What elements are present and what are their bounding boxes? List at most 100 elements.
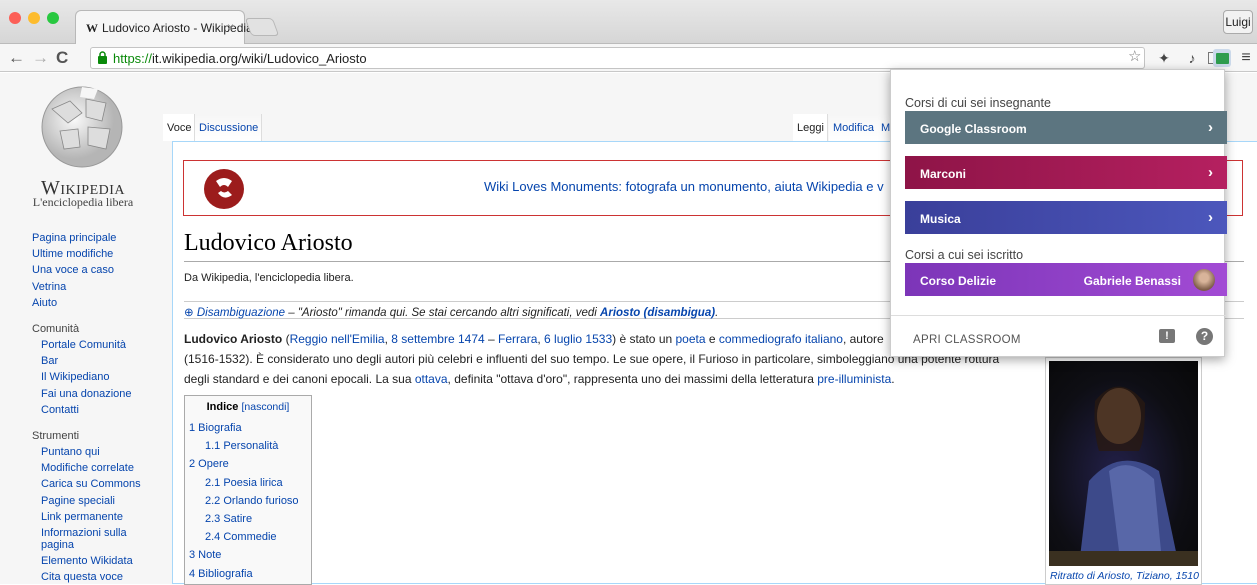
portrait-figure [1049,386,1198,566]
sidebar-link[interactable]: Elemento Wikidata [32,553,162,569]
course-card-marconi[interactable]: Marconi › [905,156,1227,189]
link[interactable]: pre-illuminista [817,372,891,386]
minimize-window-button[interactable] [28,12,40,24]
banner-text[interactable]: Wiki Loves Monuments: fotografa un monum… [484,179,884,194]
toc-title: Indice [206,401,239,413]
sidebar-link[interactable]: Carica su Commons [32,476,162,492]
tab-discussione[interactable]: Discussione [195,114,263,141]
toc-item[interactable]: 4 Bibliografia [189,565,307,583]
sidebar-heading-community: Comunità [32,323,80,336]
menu-icon[interactable]: ≡ [1237,49,1255,67]
wikipedia-logo[interactable] [30,79,140,173]
help-icon[interactable]: ? [1196,328,1213,345]
browser-tab[interactable]: W Ludovico Ariosto - Wikipedia × [75,10,253,44]
address-bar[interactable]: https://it.wikipedia.org/wiki/Ludovico_A… [90,47,1145,69]
chevron-right-icon: › [1208,209,1213,226]
sidebar-link[interactable]: Ultime modifiche [32,246,162,262]
tab-leggi[interactable]: Leggi [793,114,828,141]
link[interactable]: 8 settembre [391,332,454,346]
sidebar-link[interactable]: Vetrina [32,279,162,295]
lead-text: – [484,332,499,346]
course-teacher: Gabriele Benassi [1083,274,1181,288]
course-name: Musica [920,212,961,226]
sidebar-link[interactable]: Puntano qui [32,444,162,460]
sidebar-link[interactable]: Cita questa voce [32,569,162,585]
feedback-icon[interactable]: ! [1159,329,1175,343]
star-icon[interactable]: ☆ [1128,47,1141,65]
toc-item[interactable]: 2.1 Poesia lirica [189,474,307,492]
disambiguation-target-link[interactable]: Ariosto (disambigua) [600,307,715,319]
toc-item[interactable]: 2.2 Orlando furioso [189,492,307,510]
tab-modifica[interactable]: Modifica [829,114,878,141]
new-tab-button[interactable] [244,18,280,36]
close-tab-icon[interactable]: × [227,20,234,34]
link[interactable]: 1474 [458,332,485,346]
lead-text: e [705,332,719,346]
portrait-caption[interactable]: Ritratto di Ariosto, Tiziano, 1510 [1050,570,1199,582]
sidebar-link[interactable]: Contatti [32,402,162,418]
wiki-sidebar: Pagina principale Ultime modifiche Una v… [32,230,162,585]
sidebar-link[interactable]: Pagine speciali [32,493,162,509]
toc-item[interactable]: 1 Biografia [189,419,307,437]
sidebar-link[interactable]: Fai una donazione [32,386,162,402]
forward-icon[interactable]: → [32,48,49,68]
lead-text: , definita "ottava d'oro", rappresenta u… [447,372,818,386]
extension-icon[interactable]: ♪ [1183,49,1201,67]
wiki-loves-monuments-logo [204,169,244,209]
back-icon[interactable]: ← [8,48,25,68]
toc-item[interactable]: 2 Opere [189,455,307,473]
course-card-corso-delizie[interactable]: Corso Delizie Gabriele Benassi [905,263,1227,296]
course-card-google-classroom[interactable]: Google Classroom › [905,111,1227,144]
classroom-icon[interactable] [1213,49,1231,67]
sidebar-link[interactable]: Una voce a caso [32,262,162,278]
close-window-button[interactable] [9,12,21,24]
disambiguation-link[interactable]: Disambiguazione [197,307,285,319]
link[interactable]: Ferrara [498,332,537,346]
sidebar-link[interactable]: Modifiche correlate [32,460,162,476]
sidebar-link[interactable]: Bar [32,353,162,369]
browser-toolbar: ← → C https://it.wikipedia.org/wiki/Ludo… [0,44,1257,72]
toc-item[interactable]: 2.4 Commedie [189,528,307,546]
table-of-contents: Indice [nascondi] 1 Biografia 1.1 Person… [184,395,312,585]
link[interactable]: ottava [415,372,448,386]
tab-more-label: M [881,122,891,134]
profile-button[interactable]: Luigi [1223,10,1253,34]
student-courses-label: Corsi a cui sei iscritto [905,248,1024,262]
sidebar-link[interactable]: Aiuto [32,295,162,311]
browser-titlebar: W Ludovico Ariosto - Wikipedia × Luigi [0,0,1257,44]
zoom-window-button[interactable] [47,12,59,24]
chevron-right-icon: › [1208,119,1213,136]
classroom-popup: Corsi di cui sei insegnante Google Class… [890,69,1227,357]
reload-icon[interactable]: C [56,48,68,68]
toc-toggle[interactable]: [nascondi] [241,401,289,413]
portrait-image[interactable] [1049,361,1198,566]
toc-item[interactable]: 3 Note [189,546,307,564]
link[interactable]: poeta [676,332,706,346]
link[interactable]: Reggio nell'Emilia [290,332,385,346]
link[interactable]: italiano [805,332,843,346]
toc-item[interactable]: 2.3 Satire [189,510,307,528]
infobox-portrait[interactable]: Ritratto di Ariosto, Tiziano, 1510 [1045,357,1202,585]
extension-icon[interactable]: ✦ [1155,49,1173,67]
sidebar-link[interactable]: Pagina principale [32,230,162,246]
tab-voce[interactable]: Voce [163,114,196,141]
sidebar-link[interactable]: Portale Comunità [32,337,162,353]
toc-item[interactable]: 1.1 Personalità [189,437,307,455]
course-name: Corso Delizie [920,274,997,288]
toc-heading: Indice [nascondi] [189,401,307,413]
sidebar-heading-tools: Strumenti [32,430,80,443]
lead-text: (1516-1532). È considerato uno degli aut… [184,352,1000,366]
course-card-musica[interactable]: Musica › [905,201,1227,234]
sidebar-link[interactable]: Link permanente [32,509,162,525]
link[interactable]: 6 luglio [544,332,582,346]
link[interactable]: commediografo [719,332,802,346]
wiki-tagline: L'enciclopedia libera [32,195,134,209]
open-classroom-button[interactable]: APRI CLASSROOM [913,334,1021,346]
link[interactable]: 1533 [585,332,612,346]
tab-modifica-label: Modifica [833,122,874,134]
site-sub: Da Wikipedia, l'enciclopedia libera. [184,272,354,284]
sidebar-link[interactable]: Informazioni sulla pagina [32,525,162,553]
sidebar-link[interactable]: Il Wikipediano [32,369,162,385]
url-path: it.wikipedia.org/wiki/Ludovico_Ariosto [152,51,367,66]
tab-discussione-label: Discussione [199,122,259,134]
